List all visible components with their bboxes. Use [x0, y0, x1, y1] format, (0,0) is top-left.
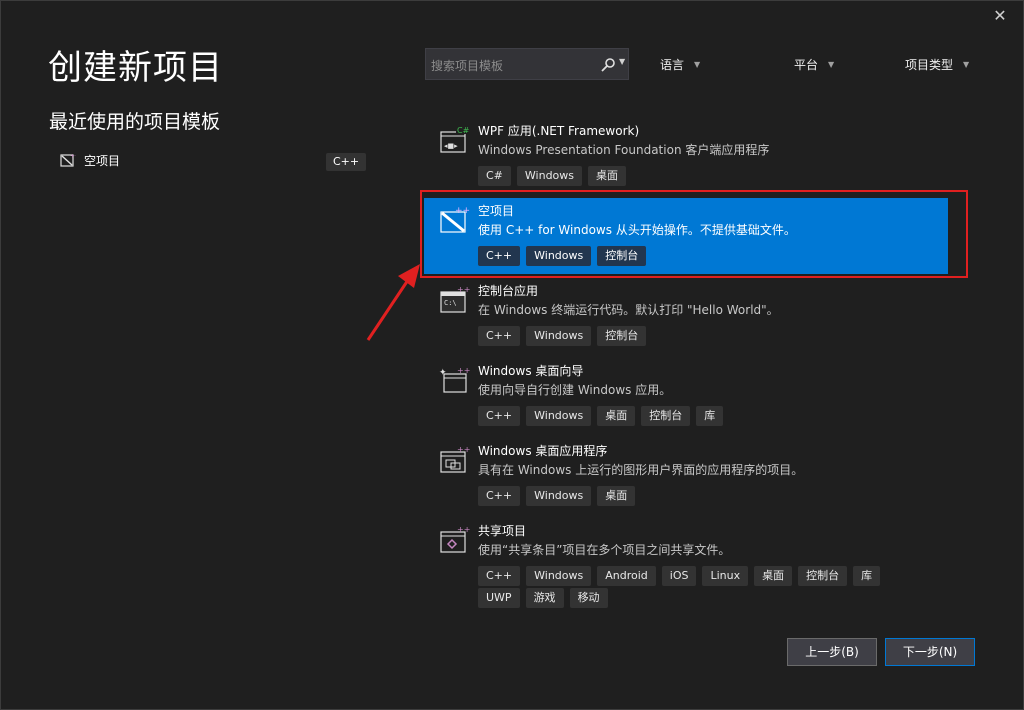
shared-project-icon: ++: [440, 525, 470, 553]
tag: Android: [597, 566, 656, 586]
template-wpf-app[interactable]: ◂■▸ C# WPF 应用(.NET Framework) Windows Pr…: [424, 118, 948, 194]
recent-item-empty-project[interactable]: ++ 空项目 C++: [60, 150, 368, 172]
filter-project-type-label: 项目类型: [905, 58, 954, 72]
tag: 游戏: [525, 588, 564, 608]
template-tags: C++ Windows 桌面: [478, 486, 948, 508]
desktop-wizard-icon: ✦ ++: [439, 366, 470, 393]
svg-text:++: ++: [457, 445, 470, 454]
template-console-app[interactable]: C:\ ++ 控制台应用 在 Windows 终端运行代码。默认打印 "Hell…: [424, 278, 948, 354]
tag: 库: [696, 406, 724, 426]
tag: C#: [478, 166, 511, 186]
tag: 库: [853, 566, 881, 586]
template-name: Windows 桌面应用程序: [478, 444, 608, 458]
tag: Windows: [526, 326, 592, 346]
template-desktop-wizard[interactable]: ✦ ++ Windows 桌面向导 使用向导自行创建 Windows 应用。 C…: [424, 358, 948, 434]
filter-language-label: 语言: [660, 58, 685, 72]
template-name: 共享项目: [478, 524, 527, 538]
close-icon[interactable]: ✕: [990, 6, 1010, 26]
tag: 桌面: [754, 566, 793, 586]
svg-text:C#: C#: [457, 126, 470, 135]
tag: Linux: [702, 566, 749, 586]
chevron-down-icon: ▼: [828, 60, 835, 69]
template-tags: C# Windows 桌面: [478, 166, 948, 188]
tag: Windows: [516, 166, 583, 186]
tag: Windows: [526, 406, 592, 426]
desktop-app-icon: ++: [440, 445, 470, 473]
tag: 桌面: [597, 486, 636, 506]
template-description: Windows Presentation Foundation 客户端应用程序: [478, 143, 770, 157]
filter-language[interactable]: 语言 ▼: [660, 56, 700, 73]
recent-templates-title: 最近使用的项目模板: [49, 111, 221, 133]
template-name: WPF 应用(.NET Framework): [478, 124, 640, 138]
filter-project-type[interactable]: 项目类型 ▼: [905, 56, 969, 73]
svg-text:✦: ✦: [439, 368, 447, 378]
template-desktop-app[interactable]: ++ Windows 桌面应用程序 具有在 Windows 上运行的图形用户界面…: [424, 438, 948, 514]
template-description: 具有在 Windows 上运行的图形用户界面的应用程序的项目。: [478, 463, 804, 477]
tag: 桌面: [588, 166, 627, 186]
tag: C++: [478, 326, 521, 346]
chevron-down-icon: ▼: [963, 60, 970, 69]
svg-text:++: ++: [70, 153, 76, 160]
filter-platform[interactable]: 平台 ▼: [794, 56, 834, 73]
svg-text:◂■▸: ◂■▸: [444, 142, 458, 150]
annotation-arrow-icon: [366, 264, 420, 341]
next-button[interactable]: 下一步(N): [885, 638, 975, 666]
search-options-chevron-icon[interactable]: ▼: [619, 57, 625, 66]
empty-project-icon: ++: [60, 153, 76, 167]
tag: C++: [478, 566, 521, 586]
tag: Windows: [526, 566, 592, 586]
template-name: 控制台应用: [478, 284, 539, 298]
search-box[interactable]: 搜索项目模板 ▼: [425, 48, 629, 80]
svg-text:++: ++: [457, 285, 470, 294]
template-tags: C++ Windows 桌面 控制台库: [478, 406, 948, 428]
tag: Windows: [526, 486, 592, 506]
tag: UWP: [478, 588, 520, 608]
filter-platform-label: 平台: [794, 58, 819, 72]
wpf-app-icon: ◂■▸ C#: [440, 125, 470, 153]
svg-text:++: ++: [457, 366, 470, 375]
back-button[interactable]: 上一步(B): [787, 638, 877, 666]
template-shared-project[interactable]: ++ 共享项目 使用“共享条目”项目在多个项目之间共享文件。 C++ Window…: [424, 518, 948, 618]
template-tags: C++ Windows Android iOS Linux 桌面 控制台库 UWP 游戏 移动: [478, 566, 948, 610]
tag: C++: [478, 406, 521, 426]
recent-item-label: 空项目: [84, 154, 121, 168]
search-icon[interactable]: [600, 57, 616, 73]
template-tags: C++ Windows 控制台: [478, 326, 948, 348]
console-app-icon: C:\ ++: [440, 285, 470, 313]
svg-text:C:\: C:\: [444, 299, 457, 307]
tag: C++: [478, 486, 521, 506]
template-name: Windows 桌面向导: [478, 364, 584, 378]
template-description: 使用向导自行创建 Windows 应用。: [478, 383, 672, 397]
tag: iOS: [661, 566, 697, 586]
recent-item-tag: C++: [326, 153, 366, 171]
page-title: 创建新项目: [48, 48, 223, 88]
chevron-down-icon: ▼: [694, 60, 701, 69]
tag: 控制台: [798, 566, 848, 586]
tag: 桌面: [597, 406, 636, 426]
search-input[interactable]: 搜索项目模板: [431, 57, 503, 74]
tag: 移动: [569, 588, 608, 608]
tag: 控制台: [641, 406, 691, 426]
template-description: 在 Windows 终端运行代码。默认打印 "Hello World"。: [478, 303, 779, 317]
template-description: 使用“共享条目”项目在多个项目之间共享文件。: [478, 543, 731, 557]
tag: 控制台: [597, 326, 647, 346]
svg-text:++: ++: [457, 525, 470, 534]
highlight-box: [420, 190, 968, 278]
